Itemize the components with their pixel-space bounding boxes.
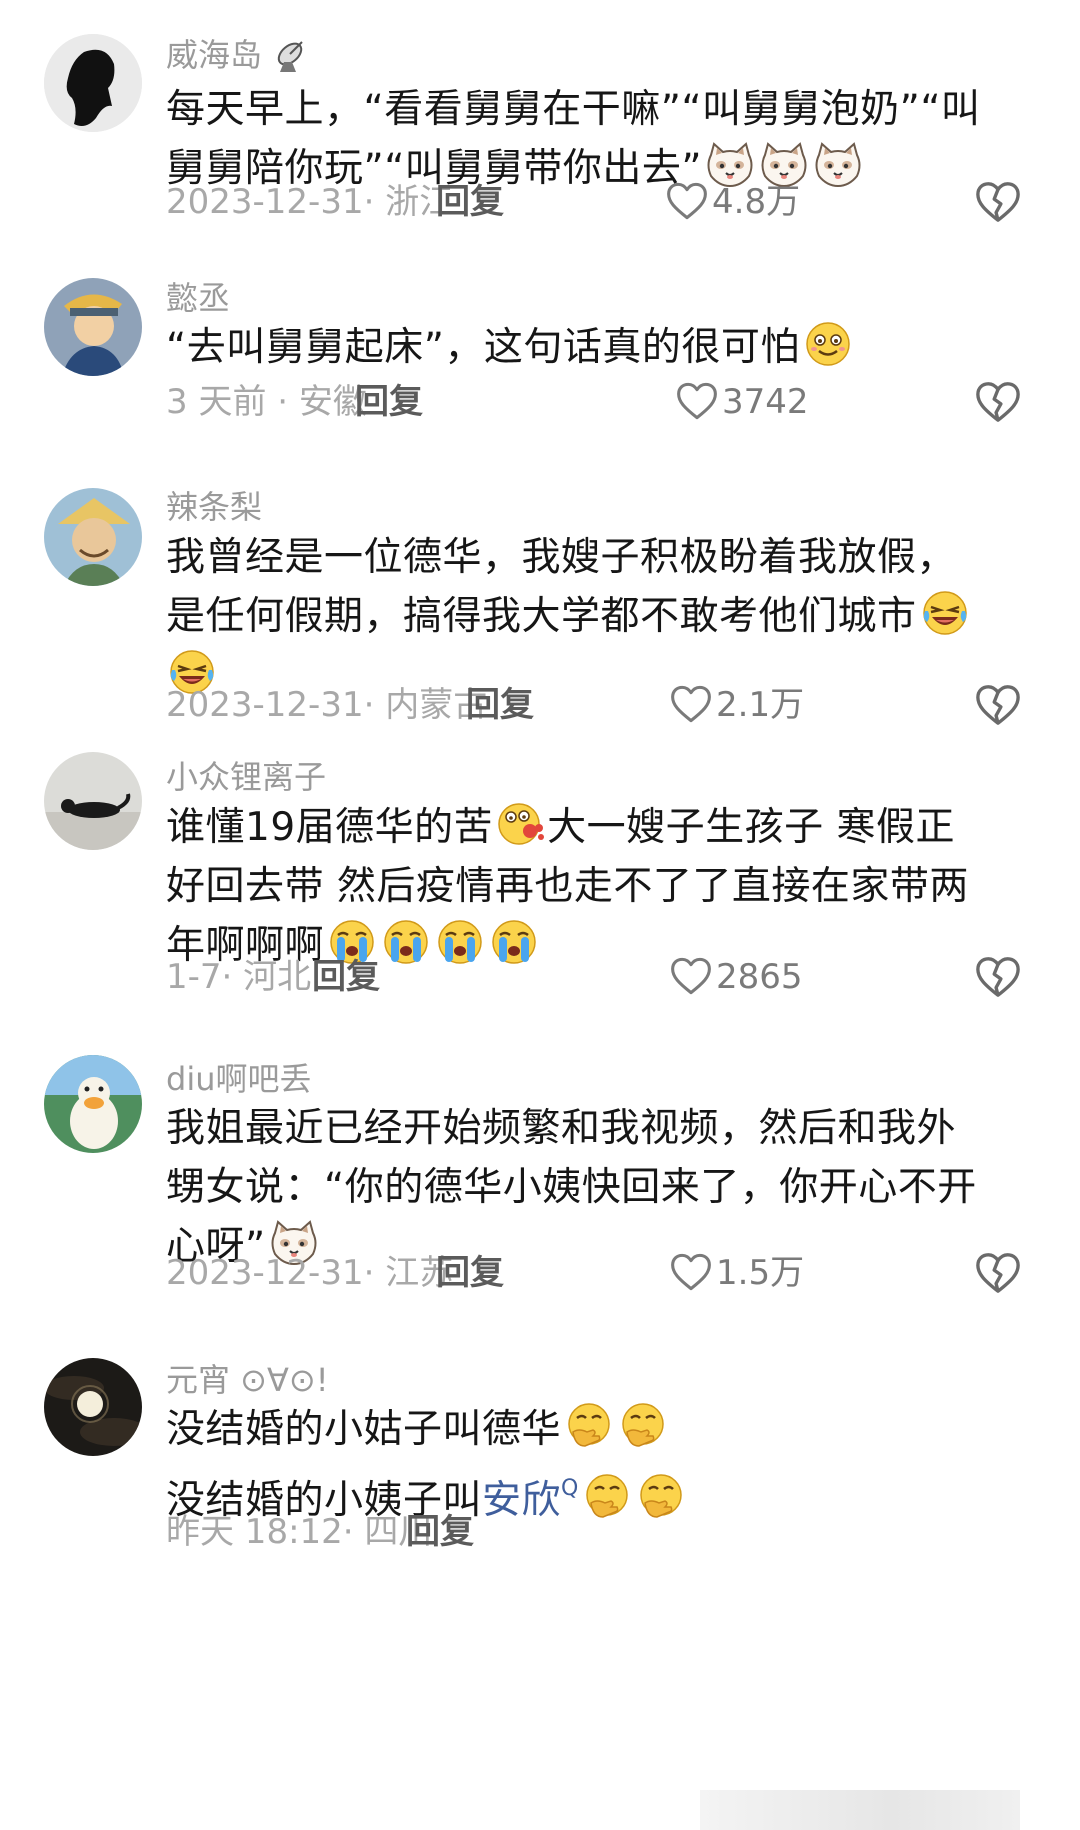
avatar[interactable] [44, 34, 142, 132]
comment-meta: 3 天前 · 安徽 [166, 382, 367, 422]
like-count: 4.8万 [712, 182, 801, 222]
comment-line-text: 没结婚的小姑子叫德华 [166, 1407, 562, 1452]
like-count: 1.5万 [716, 1253, 805, 1293]
avatar[interactable] [44, 488, 142, 586]
avatar[interactable] [44, 752, 142, 850]
username[interactable]: 辣条梨 [166, 487, 262, 527]
comment-text: 我曾经是一位德华，我嫂子积极盼着我放假， 是任何假期，搞得我大学都不敢考他们城市 [166, 528, 1046, 705]
dislike-button[interactable] [975, 1251, 1021, 1295]
satellite-dish-icon [277, 41, 303, 72]
heart-icon [670, 684, 712, 724]
reply-button[interactable]: 回复 [466, 684, 534, 726]
loudly-crying-icon [488, 918, 540, 966]
laughing-crying-icon [919, 589, 971, 637]
broken-heart-icon [975, 955, 1021, 999]
comment-meta: 1-7· 河北 [166, 957, 312, 997]
face-with-hand-icon [563, 1402, 615, 1450]
reply-button[interactable]: 回复 [406, 1511, 474, 1553]
comment-text: 谁懂19届德华的苦 大一嫂子生孩子 寒假正 好回去带 然后疫情再也走不了了直接在家… [166, 798, 1046, 975]
search-superscript-icon: Q [561, 1476, 579, 1501]
comment-line-text: 是任何假期，搞得我大学都不敢考他们城市 [166, 594, 917, 639]
loudly-crying-icon [434, 918, 486, 966]
home-indicator [700, 1790, 1020, 1830]
heart-icon [666, 181, 708, 221]
comment-line-text: 谁懂19届德华的苦 [166, 805, 494, 850]
broken-heart-icon [975, 683, 1021, 727]
comment-line: 我曾经是一位德华，我嫂子积极盼着我放假， [166, 535, 957, 580]
reply-button[interactable]: 回复 [355, 381, 423, 423]
reply-button[interactable]: 回复 [436, 181, 504, 223]
like-count: 2865 [716, 957, 803, 997]
avatar[interactable] [44, 278, 142, 376]
username[interactable]: 威海岛 [166, 34, 312, 75]
username[interactable]: 元宵 ⊙∀⊙! [166, 1360, 329, 1400]
like-button[interactable]: 2865 [670, 956, 803, 998]
comment-line: 谁懂19届德华的苦 大一嫂子生孩子 寒假正 [166, 798, 1046, 857]
dislike-button[interactable] [975, 683, 1021, 727]
avatar[interactable] [44, 1055, 142, 1153]
heart-icon [676, 381, 718, 421]
comment-line: “去叫舅舅起床”，这句话真的很可怕 [166, 318, 1046, 377]
like-button[interactable]: 1.5万 [670, 1252, 804, 1294]
comment-meta: 昨天 18:12· 四川 [166, 1512, 433, 1552]
hashtag-link-text: 安欣 [482, 1478, 562, 1523]
broken-heart-icon [975, 1251, 1021, 1295]
avatar[interactable] [44, 1358, 142, 1456]
duck-avatar-icon [44, 1055, 142, 1153]
dislike-button[interactable] [975, 955, 1021, 999]
spitting-face-icon [495, 800, 547, 848]
broken-heart-icon [975, 180, 1021, 224]
comment-line: 没结婚的小姑子叫德华 [166, 1400, 1046, 1459]
heart-icon [670, 1252, 712, 1292]
username-text: 威海岛 [166, 36, 263, 74]
heart-icon [670, 956, 712, 996]
comment-meta: 2023-12-31· 江苏 [166, 1253, 454, 1293]
moon-night-avatar-icon [44, 1358, 142, 1456]
hashtag-link[interactable]: 安欣Q [482, 1476, 579, 1523]
face-with-hand-icon [581, 1473, 633, 1521]
comment-item: 懿丞 “去叫舅舅起床”，这句话真的很可怕 3 天前 · 安徽 回复 3742 [0, 250, 1080, 460]
comment-line: 我姐最近已经开始频繁和我视频，然后和我外 [166, 1106, 957, 1151]
like-button[interactable]: 4.8万 [666, 181, 800, 223]
like-count: 2.1万 [716, 685, 805, 725]
comment-line-text: 大一嫂子生孩子 寒假正 [547, 805, 956, 850]
broken-heart-icon [975, 380, 1021, 424]
comment-text: 我姐最近已经开始频繁和我视频，然后和我外 甥女说：“你的德华小姨快回来了，你开心… [166, 1099, 1046, 1276]
like-button[interactable]: 2.1万 [670, 684, 804, 726]
comment-text: “去叫舅舅起床”，这句话真的很可怕 [166, 318, 1046, 377]
comment-line: 是任何假期，搞得我大学都不敢考他们城市 [166, 587, 1046, 646]
dislike-button[interactable] [975, 380, 1021, 424]
cat-on-wall-avatar-icon [44, 752, 142, 850]
hooded-figure-avatar-icon [44, 34, 142, 132]
comment-line: 好回去带 然后疫情再也走不了了直接在家带两 [166, 864, 969, 909]
reply-button[interactable]: 回复 [312, 956, 380, 998]
username[interactable]: diu啊吧丢 [166, 1059, 312, 1099]
comment-line-text: “去叫舅舅起床”，这句话真的很可怕 [166, 325, 800, 370]
username[interactable]: 小众锂离子 [166, 757, 326, 797]
like-count: 3742 [722, 382, 809, 422]
comment-meta: 2023-12-31· 浙江 [166, 182, 454, 222]
smiling-face-icon [802, 320, 854, 368]
face-with-hand-icon [617, 1402, 669, 1450]
comment-line: 甥女说：“你的德华小姨快回来了，你开心不开 [166, 1165, 977, 1210]
cat-face-icon [812, 141, 864, 189]
comment-line: 每天早上，“看看舅舅在干嘛”“叫舅舅泡奶”“叫 [166, 87, 981, 132]
anime-character-avatar-icon [44, 278, 142, 376]
like-button[interactable]: 3742 [676, 381, 809, 423]
face-with-hand-icon [635, 1473, 687, 1521]
reply-button[interactable]: 回复 [436, 1252, 504, 1294]
dislike-button[interactable] [975, 180, 1021, 224]
comment-item: 威海岛 每天早上，“看看舅舅在干嘛”“叫舅舅泡奶”“叫 舅舅陪你玩”“叫舅舅带你… [0, 0, 1080, 250]
loudly-crying-icon [380, 918, 432, 966]
cartoon-character-avatar-icon [44, 488, 142, 586]
comment-meta: 2023-12-31· 内蒙古 [166, 685, 488, 725]
username[interactable]: 懿丞 [166, 278, 230, 318]
